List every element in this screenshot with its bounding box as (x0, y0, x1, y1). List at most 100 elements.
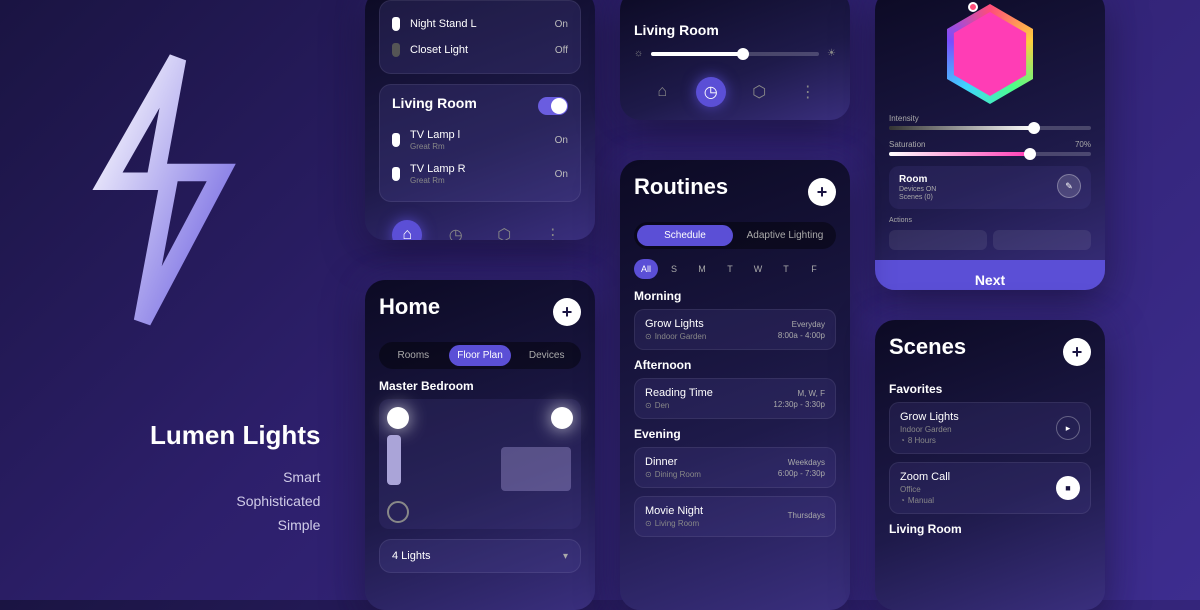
intensity-slider[interactable] (889, 126, 1091, 130)
summary-action-icon[interactable]: ✎ (1057, 174, 1081, 198)
routine-item[interactable]: Reading Time ⊙Den M, W, F12:30p - 3:30p (634, 378, 836, 419)
bulb-icon (392, 167, 400, 181)
day-pill[interactable]: T (718, 259, 742, 279)
nav-more-icon[interactable]: ⋮ (538, 220, 568, 240)
nav-more-icon[interactable]: ⋮ (793, 77, 823, 107)
scene-name: Zoom Call (900, 471, 950, 483)
day-pill[interactable]: F (802, 259, 826, 279)
section-living-room: Living Room (889, 522, 1091, 536)
add-button[interactable]: + (553, 298, 581, 326)
routine-item[interactable]: Movie Night ⊙Living Room Thursdays (634, 496, 836, 537)
routine-item[interactable]: Dinner ⊙Dining Room Weekdays6:00p - 7:30… (634, 447, 836, 488)
play-icon[interactable]: ▸ (1056, 416, 1080, 440)
tagline: Simple (150, 517, 320, 533)
bright-icon: ☀ (827, 48, 836, 59)
tab-devices[interactable]: Devices (515, 345, 578, 366)
pin-icon: ⊙ (645, 519, 652, 528)
add-button[interactable]: + (1063, 338, 1091, 366)
tagline: Smart (150, 469, 320, 485)
dim-icon: ☼ (634, 48, 643, 59)
device-row[interactable]: Closet Light Off (392, 37, 568, 63)
brightness-slider[interactable] (651, 52, 819, 56)
tab-adaptive[interactable]: Adaptive Lighting (737, 225, 833, 246)
section-favorites: Favorites (889, 382, 1091, 396)
nav-routines-icon[interactable]: ◷ (696, 77, 726, 107)
add-button[interactable]: + (808, 178, 836, 206)
section-evening: Evening (634, 427, 836, 441)
color-picker-hex[interactable] (940, 4, 1040, 104)
nav-home-icon[interactable]: ⌂ (392, 220, 422, 240)
device-state: On (555, 169, 568, 180)
routine-name: Grow Lights (645, 318, 706, 330)
scene-item[interactable]: Grow Lights Indoor Garden ◔8 Hours ▸ (889, 402, 1091, 454)
routine-item[interactable]: Grow Lights ⊙Indoor Garden Everyday8:00a… (634, 309, 836, 350)
room-title: Living Room (634, 22, 836, 38)
clock-icon: ◔ (900, 436, 905, 445)
chips-label: Actions (889, 217, 1091, 224)
routine-name: Movie Night (645, 505, 703, 517)
scene-item[interactable]: Zoom Call Office ◔Manual ■ (889, 462, 1091, 514)
slider-label: Intensity (889, 114, 919, 123)
nav-home-icon[interactable]: ⌂ (647, 77, 677, 107)
floor-plan-light-off[interactable] (387, 501, 409, 523)
device-row[interactable]: TV Lamp l Great Rm On (392, 123, 568, 157)
stop-icon[interactable]: ■ (1056, 476, 1080, 500)
day-pill[interactable]: T (774, 259, 798, 279)
device-state: Off (555, 45, 568, 56)
pin-icon: ⊙ (645, 401, 652, 410)
day-pill[interactable]: M (690, 259, 714, 279)
nav-routines-icon[interactable]: ◷ (441, 220, 471, 240)
device-row[interactable]: TV Lamp R Great Rm On (392, 157, 568, 191)
floor-plan-light[interactable] (387, 407, 409, 429)
day-pill[interactable]: S (662, 259, 686, 279)
bulb-icon (392, 43, 400, 57)
room-name: Master Bedroom (379, 379, 581, 393)
pin-icon: ⊙ (645, 470, 652, 479)
device-state: On (555, 135, 568, 146)
device-sub: Great Rm (410, 176, 466, 185)
day-pill-all[interactable]: All (634, 259, 658, 279)
next-button[interactable]: Next (875, 260, 1105, 290)
device-sub: Great Rm (410, 142, 460, 151)
page-title: Routines (634, 174, 728, 200)
tab-rooms[interactable]: Rooms (382, 345, 445, 366)
bulb-icon (392, 133, 400, 147)
device-name: TV Lamp l (410, 129, 460, 141)
pin-icon: ⊙ (645, 332, 652, 341)
room-title: Living Room (392, 95, 477, 111)
slider-label: Saturation (889, 140, 925, 149)
device-state: On (555, 19, 568, 30)
light-count: 4 Lights (392, 550, 431, 562)
floor-plan-light[interactable] (551, 407, 573, 429)
tab-schedule[interactable]: Schedule (637, 225, 733, 246)
nav-scenes-icon[interactable]: ⬡ (489, 220, 519, 240)
room-toggle[interactable] (538, 97, 568, 115)
page-title: Home (379, 294, 440, 320)
device-name: TV Lamp R (410, 163, 466, 175)
action-chip[interactable] (889, 230, 987, 250)
summary-line: Scenes (0) (899, 194, 936, 201)
clock-icon: ◔ (900, 496, 905, 505)
floor-plan (379, 399, 581, 529)
summary-line: Devices ON (899, 186, 936, 193)
chevron-down-icon[interactable]: ▾ (563, 551, 568, 562)
floor-plan-fixture[interactable] (387, 435, 401, 485)
device-name: Closet Light (410, 44, 468, 56)
bulb-icon (392, 17, 400, 31)
page-title: Scenes (889, 334, 966, 360)
action-chip[interactable] (993, 230, 1091, 250)
brand-title: Lumen Lights (150, 420, 320, 451)
tab-floor-plan[interactable]: Floor Plan (449, 345, 512, 366)
device-name: Night Stand L (410, 18, 477, 30)
nav-scenes-icon[interactable]: ⬡ (744, 77, 774, 107)
routine-name: Reading Time (645, 387, 713, 399)
scene-name: Grow Lights (900, 411, 959, 423)
device-row[interactable]: Night Stand L On (392, 11, 568, 37)
floor-plan-bed (501, 447, 571, 491)
saturation-slider[interactable] (889, 152, 1091, 156)
section-morning: Morning (634, 289, 836, 303)
day-pill[interactable]: W (746, 259, 770, 279)
color-handle[interactable] (968, 2, 978, 12)
brand-logo (70, 50, 250, 330)
routine-name: Dinner (645, 456, 701, 468)
